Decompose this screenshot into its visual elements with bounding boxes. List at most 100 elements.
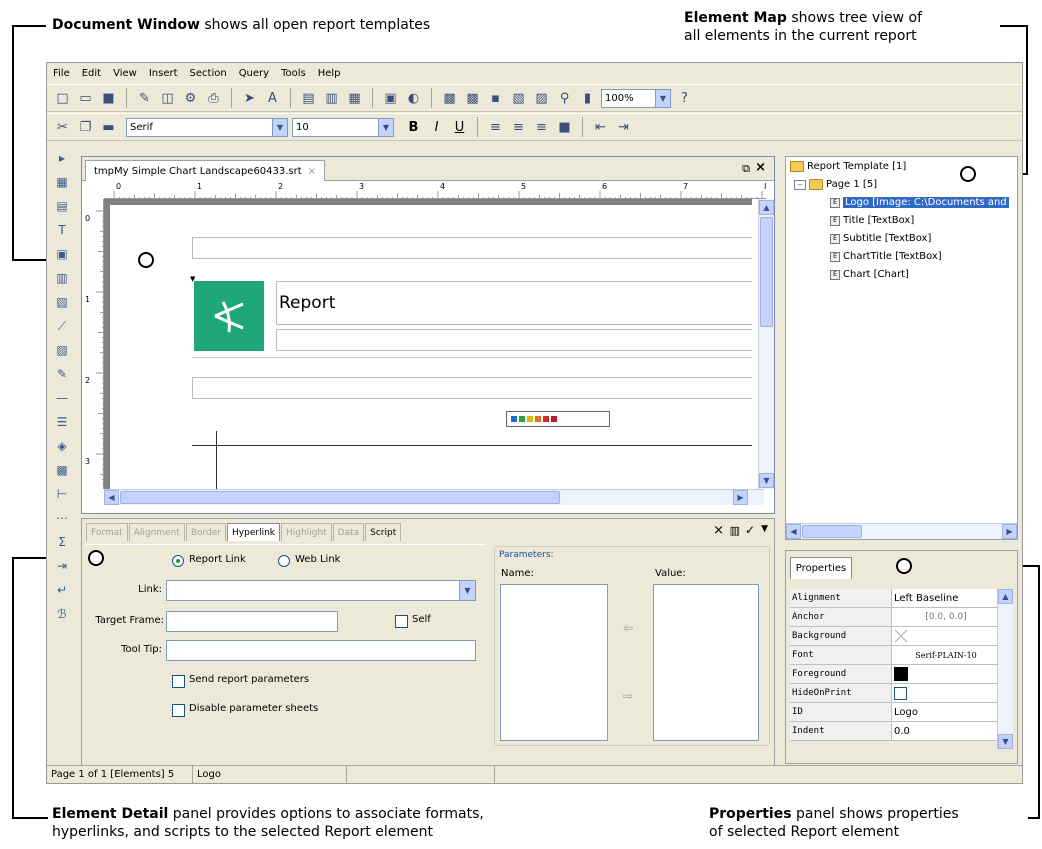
header-band[interactable] [192,237,752,259]
property-value[interactable]: Left Baseline [892,589,998,607]
tab-properties[interactable]: Properties [790,557,852,579]
property-row[interactable]: Indent 0.0 [790,722,998,741]
property-value[interactable]: 0.0 [892,722,998,740]
find-icon[interactable]: ⚲ [555,89,574,108]
property-value[interactable] [892,684,998,702]
tree-element-icon[interactable]: ⊢ [53,485,71,503]
close-panel-icon[interactable]: × [713,523,724,538]
textbox-element-icon[interactable]: ▣ [53,245,71,263]
query-icon[interactable]: ⚙ [181,89,200,108]
property-value[interactable] [892,627,998,645]
align-right-icon[interactable]: ≡ [532,118,551,137]
scroll-left-icon[interactable]: ◀ [104,490,119,505]
indent-decrease-icon[interactable]: ⇤ [591,118,610,137]
tab-alignment[interactable]: Alignment [128,523,185,541]
link-select[interactable]: ▼ [166,580,476,601]
self-checkbox[interactable] [395,615,408,628]
archive-icon[interactable]: ▮ [578,89,597,108]
report-link-radio[interactable] [172,555,184,567]
tab-hyperlink[interactable]: Hyperlink [227,523,280,541]
scroll-up-icon[interactable]: ▲ [998,589,1013,604]
panel-menu-icon[interactable]: ▼ [761,524,768,534]
print-icon[interactable]: ⎙ [204,89,223,108]
tree-item-charttitle[interactable]: E ChartTitle [TextBox] [830,251,942,262]
group-icon[interactable]: ▪ [486,89,505,108]
property-row[interactable]: Background [790,627,998,646]
preview-icon[interactable]: ◫ [158,89,177,108]
dock-panel-icon[interactable]: ▥ [730,524,740,537]
property-value[interactable] [892,665,998,683]
tab-element-icon[interactable]: ⇥ [53,557,71,575]
tree-item-subtitle[interactable]: E Subtitle [TextBox] [830,233,931,244]
tree-item-report-template[interactable]: Report Template [1] [790,161,906,172]
tab-highlight[interactable]: Highlight [281,523,332,541]
table-icon[interactable]: ▤ [299,89,318,108]
close-tab-icon[interactable]: × [308,166,316,177]
layout-icon[interactable]: ▣ [381,89,400,108]
table-element-icon[interactable]: ▦ [53,173,71,191]
sum-element-icon[interactable]: Σ [53,533,71,551]
justify-icon[interactable]: ■ [555,118,574,137]
new-file-icon[interactable]: □ [53,89,72,108]
section-element-icon[interactable]: ▥ [53,269,71,287]
help-pointer-icon[interactable]: ? [675,89,694,108]
logo-image[interactable] [194,281,264,351]
tree-item-chart[interactable]: E Chart [Chart] [830,269,909,280]
menu-help[interactable]: Help [318,68,341,79]
parameter-name-list[interactable] [500,584,608,741]
apply-check-icon[interactable]: ✓ [745,523,755,537]
menu-insert[interactable]: Insert [149,68,178,79]
chart-element-icon[interactable]: ⟋ [53,317,71,335]
chart-wizard-icon[interactable]: ◐ [404,89,423,108]
scrollbar-thumb[interactable] [802,525,862,538]
paste-icon[interactable]: ▬ [99,118,118,137]
chevron-down-icon[interactable]: ▼ [655,89,670,107]
tab-format[interactable]: Format [86,523,128,541]
tree-item-logo[interactable]: E Logo [Image: C:\Documents and [830,197,1009,208]
line-element-icon[interactable]: — [53,389,71,407]
separator-element-icon[interactable]: ⋯ [53,509,71,527]
menu-query[interactable]: Query [239,68,269,79]
form-element-icon[interactable]: ▧ [53,293,71,311]
horizontal-scrollbar[interactable]: ◀ ▶ [104,489,764,505]
chevron-down-icon[interactable]: ▼ [378,118,393,136]
property-row[interactable]: HideOnPrint [790,684,998,703]
component-element-icon[interactable]: ◈ [53,437,71,455]
export-icon[interactable]: ▧ [509,89,528,108]
section-icon[interactable]: ▥ [322,89,341,108]
grid-icon[interactable]: ▩ [440,89,459,108]
crosstab-icon[interactable]: ▦ [345,89,364,108]
arrow-right-icon[interactable]: ⇨ [617,687,639,705]
scroll-left-icon[interactable]: ◀ [786,524,801,539]
align-center-icon[interactable]: ≡ [509,118,528,137]
subtitle-textbox[interactable] [276,329,752,351]
bean-element-icon[interactable]: ▩ [53,461,71,479]
scroll-up-icon[interactable]: ▲ [759,200,774,215]
tree-item-page[interactable]: − Page 1 [5] [794,179,877,190]
tab-data[interactable]: Data [332,523,365,541]
scroll-down-icon[interactable]: ▼ [759,473,774,488]
cut-icon[interactable]: ✂ [53,118,72,137]
chart-title-textbox[interactable] [192,377,752,399]
menu-view[interactable]: View [113,68,137,79]
chevron-down-icon[interactable]: ▼ [272,118,287,136]
document-tab[interactable]: tmpMy Simple Chart Landscape60433.srt × [85,160,326,181]
property-value[interactable]: Serif-PLAIN-10 [892,646,998,664]
collapse-icon[interactable]: − [794,179,806,190]
vertical-scrollbar[interactable]: ▲ ▼ [997,589,1013,749]
pointer-icon[interactable]: ➤ [240,89,259,108]
tooltip-input[interactable] [166,640,476,661]
image-element-icon[interactable]: ▨ [53,341,71,359]
align-left-icon[interactable]: ≡ [486,118,505,137]
menu-file[interactable]: File [53,68,70,79]
open-folder-icon[interactable]: ▭ [76,89,95,108]
import-icon[interactable]: ▨ [532,89,551,108]
property-row[interactable]: Alignment Left Baseline [790,589,998,608]
grid-element-icon[interactable]: ▤ [53,197,71,215]
menu-tools[interactable]: Tools [281,68,306,79]
font-family-combo[interactable]: Serif ▼ [126,117,288,137]
property-row[interactable]: Foreground [790,665,998,684]
horizontal-scrollbar[interactable]: ◀ ▶ [786,523,1017,539]
hide-on-print-checkbox[interactable] [894,686,907,700]
save-icon[interactable]: ■ [99,89,118,108]
